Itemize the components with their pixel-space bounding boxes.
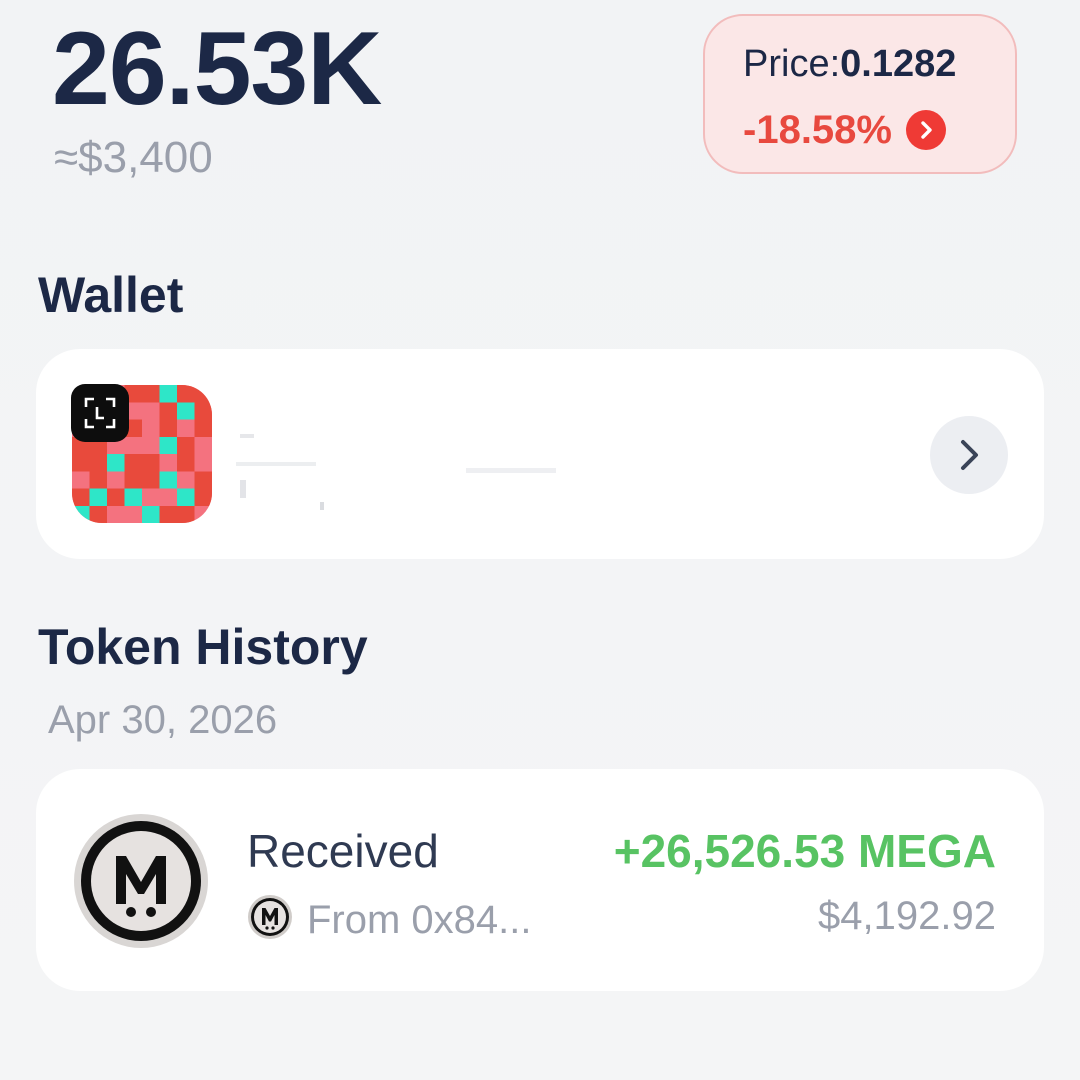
token-history-title: Token History [38,619,368,675]
scan-icon[interactable] [71,384,129,442]
wallet-open-button[interactable] [930,416,1008,494]
token-detail-screen: 26.53K ≈$3,400 Price:0.1282 -18.58% Wall… [0,0,1080,1080]
price-change-percent: -18.58% [743,108,892,152]
price-value: 0.1282 [840,43,957,85]
price-label: Price: [743,43,841,85]
transaction-from: From 0x84... [247,894,532,945]
token-balance: 26.53K [52,11,382,127]
history-date-header: Apr 30, 2026 [48,698,278,742]
price-change-row: -18.58% [743,108,946,152]
price-card[interactable]: Price:0.1282 -18.58% [703,14,1017,174]
transaction-fiat-value: $4,192.92 [818,894,996,938]
transaction-from-address: From 0x84... [307,897,532,942]
wallet-section-title: Wallet [38,267,184,323]
token-balance-fiat: ≈$3,400 [54,133,213,182]
transaction-amount: +26,526.53 MEGA [613,825,996,877]
mega-token-small-icon [247,894,293,945]
chevron-right-icon [961,440,978,470]
price-line: Price:0.1282 [743,43,957,86]
wallet-name-redacted [236,428,576,523]
mega-token-icon [72,812,210,950]
transaction-type: Received [247,825,439,877]
chevron-right-icon[interactable] [905,110,946,150]
